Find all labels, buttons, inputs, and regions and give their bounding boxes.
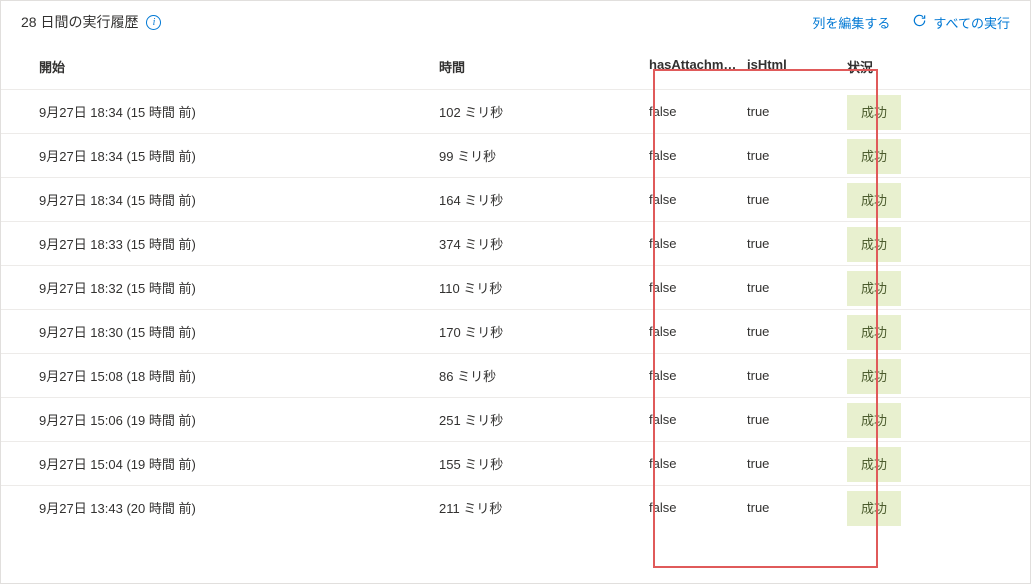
- status-badge: 成功: [847, 447, 901, 482]
- col-header-ishtml[interactable]: isHtml: [747, 57, 847, 72]
- table-row[interactable]: 9月27日 18:34 (15 時間 前)102 ミリ秒falsetrue成功: [1, 89, 1030, 133]
- status-badge: 成功: [847, 403, 901, 438]
- cell-duration: 110 ミリ秒: [439, 278, 649, 297]
- cell-status: 成功: [847, 146, 957, 165]
- run-history-table: 開始 時間 hasAttachme... isHtml 状況 9月27日 18:…: [1, 43, 1030, 529]
- refresh-icon: [912, 13, 927, 31]
- edit-columns-link[interactable]: 列を編集する: [812, 13, 890, 32]
- cell-status: 成功: [847, 322, 957, 341]
- cell-ishtml: true: [747, 412, 847, 427]
- cell-hasattachment: false: [649, 280, 747, 295]
- table-row[interactable]: 9月27日 13:43 (20 時間 前)211 ミリ秒falsetrue成功: [1, 485, 1030, 529]
- cell-status: 成功: [847, 234, 957, 253]
- cell-status: 成功: [847, 454, 957, 473]
- cell-ishtml: true: [747, 500, 847, 515]
- cell-duration: 170 ミリ秒: [439, 322, 649, 341]
- cell-duration: 164 ミリ秒: [439, 190, 649, 209]
- status-badge: 成功: [847, 139, 901, 174]
- cell-status: 成功: [847, 278, 957, 297]
- cell-ishtml: true: [747, 324, 847, 339]
- page-title: 28 日間の実行履歴: [21, 12, 138, 32]
- cell-start: 9月27日 18:34 (15 時間 前): [39, 190, 439, 209]
- all-runs-link[interactable]: すべての実行: [912, 13, 1010, 32]
- cell-status: 成功: [847, 102, 957, 121]
- cell-status: 成功: [847, 498, 957, 517]
- cell-status: 成功: [847, 410, 957, 429]
- col-header-status[interactable]: 状況: [847, 57, 957, 76]
- table-row[interactable]: 9月27日 18:34 (15 時間 前)164 ミリ秒falsetrue成功: [1, 177, 1030, 221]
- cell-start: 9月27日 18:33 (15 時間 前): [39, 234, 439, 253]
- cell-hasattachment: false: [649, 456, 747, 471]
- header-right: 列を編集する すべての実行: [812, 13, 1010, 32]
- col-header-hasattachment[interactable]: hasAttachme...: [649, 57, 747, 72]
- table-row[interactable]: 9月27日 15:04 (19 時間 前)155 ミリ秒falsetrue成功: [1, 441, 1030, 485]
- cell-hasattachment: false: [649, 192, 747, 207]
- cell-start: 9月27日 18:30 (15 時間 前): [39, 322, 439, 341]
- table-row[interactable]: 9月27日 18:33 (15 時間 前)374 ミリ秒falsetrue成功: [1, 221, 1030, 265]
- cell-ishtml: true: [747, 280, 847, 295]
- table-row[interactable]: 9月27日 15:06 (19 時間 前)251 ミリ秒falsetrue成功: [1, 397, 1030, 441]
- status-badge: 成功: [847, 227, 901, 262]
- status-badge: 成功: [847, 271, 901, 306]
- page-header: 28 日間の実行履歴 i 列を編集する すべての実行: [1, 1, 1030, 43]
- table-row[interactable]: 9月27日 15:08 (18 時間 前)86 ミリ秒falsetrue成功: [1, 353, 1030, 397]
- cell-status: 成功: [847, 366, 957, 385]
- cell-duration: 211 ミリ秒: [439, 498, 649, 517]
- col-header-start[interactable]: 開始: [39, 57, 439, 76]
- table-row[interactable]: 9月27日 18:34 (15 時間 前)99 ミリ秒falsetrue成功: [1, 133, 1030, 177]
- cell-duration: 374 ミリ秒: [439, 234, 649, 253]
- cell-hasattachment: false: [649, 236, 747, 251]
- cell-start: 9月27日 13:43 (20 時間 前): [39, 498, 439, 517]
- cell-start: 9月27日 15:06 (19 時間 前): [39, 410, 439, 429]
- cell-duration: 86 ミリ秒: [439, 366, 649, 385]
- cell-ishtml: true: [747, 456, 847, 471]
- cell-hasattachment: false: [649, 148, 747, 163]
- cell-duration: 251 ミリ秒: [439, 410, 649, 429]
- cell-ishtml: true: [747, 368, 847, 383]
- cell-start: 9月27日 18:32 (15 時間 前): [39, 278, 439, 297]
- cell-duration: 102 ミリ秒: [439, 102, 649, 121]
- cell-start: 9月27日 18:34 (15 時間 前): [39, 146, 439, 165]
- cell-ishtml: true: [747, 104, 847, 119]
- status-badge: 成功: [847, 315, 901, 350]
- cell-duration: 155 ミリ秒: [439, 454, 649, 473]
- cell-start: 9月27日 18:34 (15 時間 前): [39, 102, 439, 121]
- cell-hasattachment: false: [649, 412, 747, 427]
- status-badge: 成功: [847, 359, 901, 394]
- status-badge: 成功: [847, 95, 901, 130]
- info-icon[interactable]: i: [146, 15, 161, 30]
- status-badge: 成功: [847, 491, 901, 526]
- cell-hasattachment: false: [649, 324, 747, 339]
- cell-hasattachment: false: [649, 104, 747, 119]
- cell-status: 成功: [847, 190, 957, 209]
- table-row[interactable]: 9月27日 18:30 (15 時間 前)170 ミリ秒falsetrue成功: [1, 309, 1030, 353]
- cell-start: 9月27日 15:04 (19 時間 前): [39, 454, 439, 473]
- cell-ishtml: true: [747, 192, 847, 207]
- all-runs-label: すべての実行: [933, 13, 1010, 32]
- table-row[interactable]: 9月27日 18:32 (15 時間 前)110 ミリ秒falsetrue成功: [1, 265, 1030, 309]
- cell-ishtml: true: [747, 148, 847, 163]
- cell-hasattachment: false: [649, 500, 747, 515]
- cell-hasattachment: false: [649, 368, 747, 383]
- header-left: 28 日間の実行履歴 i: [21, 12, 161, 32]
- cell-start: 9月27日 15:08 (18 時間 前): [39, 366, 439, 385]
- table-header-row: 開始 時間 hasAttachme... isHtml 状況: [1, 43, 1030, 89]
- status-badge: 成功: [847, 183, 901, 218]
- col-header-duration[interactable]: 時間: [439, 57, 649, 76]
- cell-duration: 99 ミリ秒: [439, 146, 649, 165]
- cell-ishtml: true: [747, 236, 847, 251]
